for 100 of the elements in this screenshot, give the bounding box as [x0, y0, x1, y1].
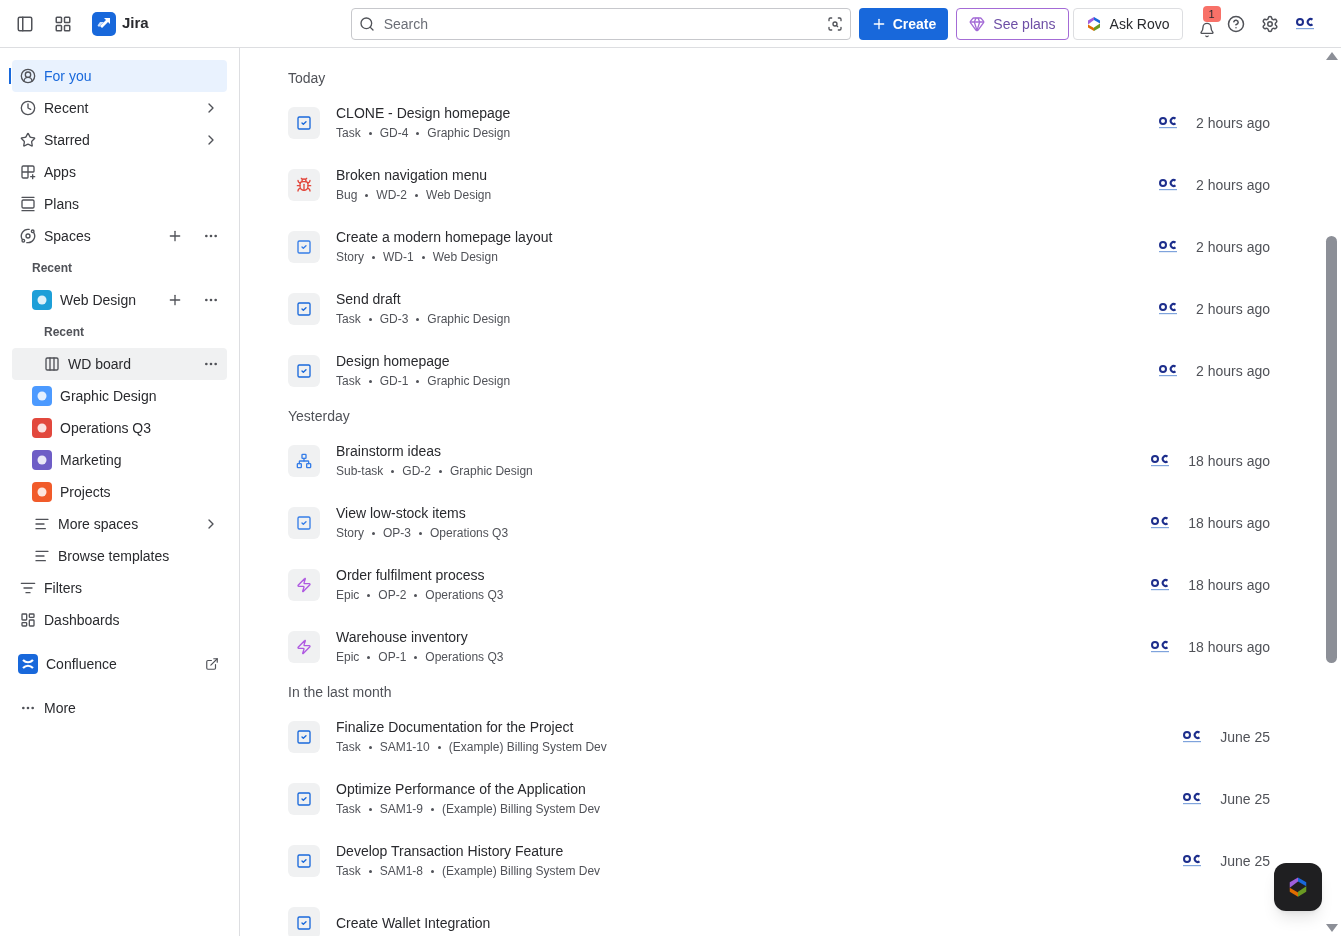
work-item-type: Task — [336, 125, 361, 142]
work-item-row[interactable]: View low-stock items Story OP-3 Operations Q3 18 hours ago — [288, 492, 1270, 554]
work-item-type: Task — [336, 739, 361, 756]
updated-time: 18 hours ago — [1188, 452, 1270, 471]
create-button[interactable]: Create — [858, 7, 949, 40]
work-item-type: Bug — [336, 187, 358, 204]
work-item-title: Brainstorm ideas — [336, 442, 443, 461]
project-name: Operations Q3 — [430, 525, 509, 542]
sidebar-item[interactable]: Operations Q3 — [12, 412, 227, 444]
updated-time: June 25 — [1220, 790, 1270, 809]
sidebar-item[interactable]: Spaces — [12, 220, 227, 252]
work-item-title: CLONE - Design homepage — [336, 104, 512, 123]
sidebar-item[interactable]: Starred — [12, 124, 227, 156]
sidebar-item[interactable]: Browse templates — [12, 540, 227, 572]
work-item-key: GD-4 — [379, 123, 409, 143]
updated-time: 2 hours ago — [1196, 300, 1270, 319]
project-name: Graphic Design — [427, 373, 511, 390]
work-item-row[interactable]: Brainstorm ideas Sub-task GD-2 Graphic Design 18 hours ago — [288, 430, 1270, 492]
work-item-type: Task — [336, 801, 361, 818]
see-plans-button[interactable]: See plans — [956, 7, 1069, 40]
ask-rovo-button[interactable]: Ask Rovo — [1072, 7, 1183, 40]
work-item-key: GD-2 — [402, 461, 432, 481]
work-item-row[interactable]: Design homepage Task GD-1 Graphic Design 2 hours ago — [288, 340, 1270, 402]
updated-time: 2 hours ago — [1196, 362, 1270, 381]
sidebar-item[interactable]: For you — [12, 60, 227, 92]
work-item-type: Sub-task — [336, 463, 384, 480]
work-item-key: OP-1 — [378, 647, 407, 667]
work-item-key: SAM1-10 — [379, 737, 430, 757]
sidebar-item[interactable]: WD board — [12, 348, 227, 380]
sidebar-item[interactable]: Projects — [12, 476, 227, 508]
work-item-row[interactable]: Optimize Performance of the Application Task SAM1-9 (Example) Billing System Dev June 25 — [288, 768, 1270, 830]
work-item-row[interactable]: CLONE - Design homepage Task GD-4 Graphic Design 2 hours ago — [288, 92, 1270, 154]
project-name: Operations Q3 — [425, 649, 504, 666]
work-item-title: Create Wallet Integration — [336, 914, 492, 933]
work-item-type: Epic — [336, 587, 360, 604]
work-item-title: Optimize Performance of the Application — [336, 780, 587, 799]
sidebar-item[interactable]: More spaces — [12, 508, 227, 540]
work-item-key: SAM1-8 — [379, 861, 424, 881]
updated-time: 2 hours ago — [1196, 114, 1270, 133]
sidebar-item[interactable]: More — [12, 692, 227, 724]
work-item-key: SAM1-9 — [379, 799, 424, 819]
project-name: (Example) Billing System Dev — [442, 863, 601, 880]
work-item-type: Epic — [336, 649, 360, 666]
updated-time: 2 hours ago — [1196, 238, 1270, 257]
sidebar-item[interactable]: Filters — [12, 572, 227, 604]
work-item-type: Task — [336, 373, 361, 390]
project-name: Operations Q3 — [425, 587, 504, 604]
product-name: Jira — [122, 13, 149, 34]
sidebar-item[interactable]: Apps — [12, 156, 227, 188]
work-item-row[interactable]: Broken navigation menu Bug WD-2 Web Design 2 hours ago — [288, 154, 1270, 216]
updated-time: June 25 — [1220, 728, 1270, 747]
section-heading: Yesterday — [288, 407, 351, 426]
sidebar-item[interactable]: Recent — [12, 92, 227, 124]
sidebar-item[interactable]: Dashboards — [12, 604, 227, 636]
work-item-key: OP-2 — [378, 585, 407, 605]
section-heading: Today — [288, 69, 327, 88]
work-item-title: Create a modern homepage layout — [336, 228, 554, 247]
work-item-title: Warehouse inventory — [336, 628, 469, 647]
work-item-title: View low-stock items — [336, 504, 467, 523]
project-name: (Example) Billing System Dev — [448, 739, 607, 756]
project-name: Web Design — [432, 249, 498, 266]
sidebar-item[interactable]: Web Design — [12, 284, 227, 316]
work-item-row[interactable]: Create a modern homepage layout Story WD-1 Web Design 2 hours ago — [288, 216, 1270, 278]
project-name: (Example) Billing System Dev — [442, 801, 601, 818]
sidebar-item[interactable]: Confluence — [12, 648, 227, 680]
section-label: Recent — [31, 260, 73, 277]
work-item-title: Order fulfilment process — [336, 566, 486, 585]
search-field[interactable]: Search — [350, 7, 851, 40]
work-item-row[interactable]: Create Wallet Integration — [288, 892, 1270, 936]
project-name: Graphic Design — [427, 125, 511, 142]
updated-time: 18 hours ago — [1188, 638, 1270, 657]
work-item-row[interactable]: Finalize Documentation for the Project Task SAM1-10 (Example) Billing System Dev June 25 — [288, 706, 1270, 768]
sidebar-item[interactable]: Graphic Design — [12, 380, 227, 412]
work-item-row[interactable]: Develop Transaction History Feature Task SAM1-8 (Example) Billing System Dev June 25 — [288, 830, 1270, 892]
notification-count: 1 — [1202, 5, 1221, 22]
updated-time: 18 hours ago — [1188, 576, 1270, 595]
work-item-key: GD-1 — [379, 371, 409, 391]
sidebar-item[interactable]: Plans — [12, 188, 227, 220]
section-heading: In the last month — [288, 683, 393, 702]
work-item-type: Story — [336, 525, 364, 542]
work-item-key: WD-1 — [383, 247, 414, 267]
sidebar-item[interactable]: Marketing — [12, 444, 227, 476]
updated-time: 2 hours ago — [1196, 176, 1270, 195]
project-name: Graphic Design — [450, 463, 533, 480]
work-item-key: OP-3 — [383, 523, 412, 543]
work-item-title: Send draft — [336, 290, 402, 309]
work-item-row[interactable]: Send draft Task GD-3 Graphic Design 2 hours ago — [288, 278, 1270, 340]
work-item-type: Task — [336, 863, 361, 880]
work-item-key: GD-3 — [379, 309, 409, 329]
work-item-type: Task — [336, 311, 361, 328]
project-name: Web Design — [426, 187, 492, 204]
work-item-row[interactable]: Order fulfilment process Epic OP-2 Operations Q3 18 hours ago — [288, 554, 1270, 616]
section-label: Recent — [43, 324, 85, 341]
work-item-title: Broken navigation menu — [336, 166, 488, 185]
updated-time: 18 hours ago — [1188, 514, 1270, 533]
work-item-title: Develop Transaction History Feature — [336, 842, 565, 861]
updated-time: June 25 — [1220, 852, 1270, 871]
work-item-row[interactable]: Warehouse inventory Epic OP-1 Operations Q3 18 hours ago — [288, 616, 1270, 678]
work-item-key: WD-2 — [376, 185, 408, 205]
work-item-title: Finalize Documentation for the Project — [336, 718, 575, 737]
